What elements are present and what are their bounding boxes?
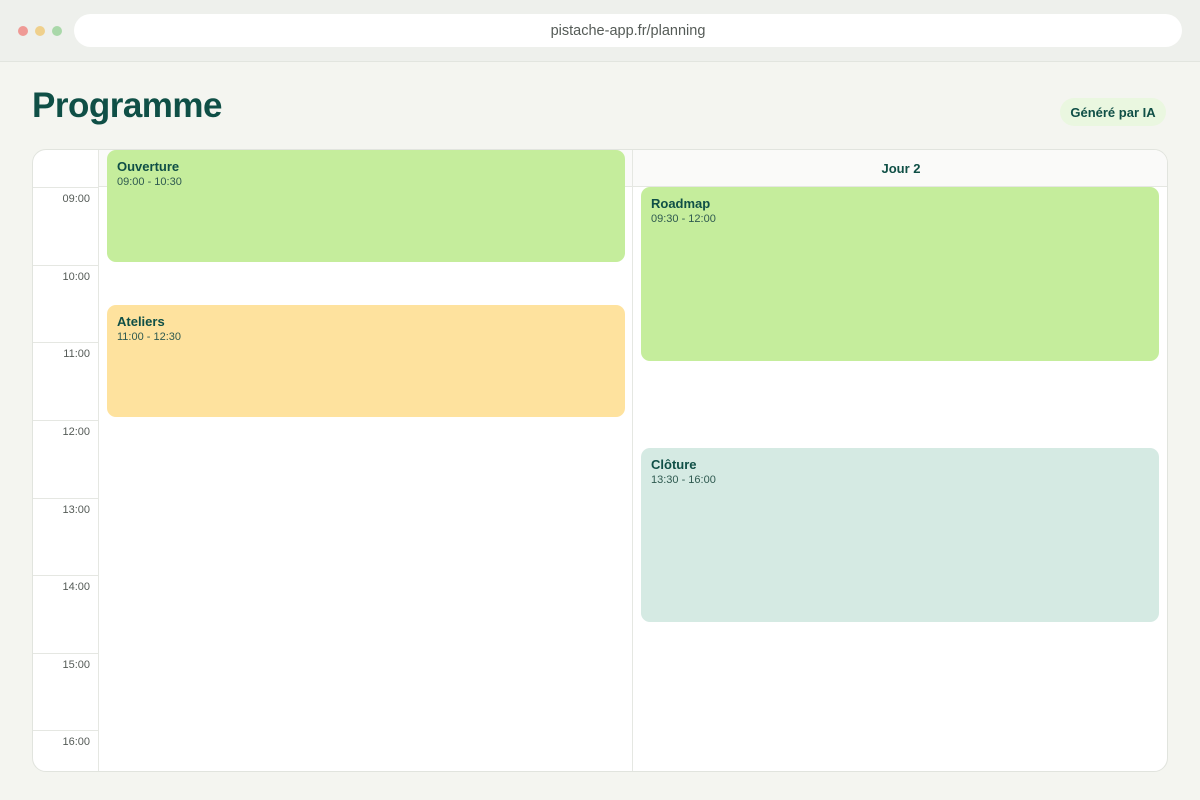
ai-generated-badge: Généré par IA <box>1060 98 1166 126</box>
event-time: 09:30 - 12:00 <box>651 213 716 225</box>
event-ouverture[interactable]: Ouverture 09:00 - 10:30 <box>107 150 625 262</box>
day-column-1: Ouverture 09:00 - 10:30 Ateliers 11:00 -… <box>99 150 633 771</box>
time-slot-label: 09:00 <box>33 187 98 265</box>
day-header-2: Jour 2 <box>633 150 1167 187</box>
event-ateliers[interactable]: Ateliers 11:00 - 12:30 <box>107 305 625 417</box>
minimize-window-button[interactable] <box>35 26 45 36</box>
event-time: 13:30 - 16:00 <box>651 474 716 486</box>
event-roadmap[interactable]: Roadmap 09:30 - 12:00 <box>641 187 1159 361</box>
time-slot-label: 14:00 <box>33 575 98 653</box>
event-cloture[interactable]: Clôture 13:30 - 16:00 <box>641 448 1159 622</box>
time-slot-label: 10:00 <box>33 265 98 343</box>
time-column: 09:00 10:00 11:00 12:00 13:00 14:00 15:0… <box>33 150 99 771</box>
url-text: pistache-app.fr/planning <box>550 22 706 39</box>
maximize-window-button[interactable] <box>52 26 62 36</box>
address-bar[interactable]: pistache-app.fr/planning <box>74 14 1182 47</box>
schedule-calendar: 09:00 10:00 11:00 12:00 13:00 14:00 15:0… <box>32 149 1168 772</box>
time-slot-label: 12:00 <box>33 420 98 498</box>
time-slot-label: 11:00 <box>33 342 98 420</box>
time-slot-label: 13:00 <box>33 498 98 576</box>
time-slot-label: 16:00 <box>33 730 98 771</box>
event-time: 11:00 - 12:30 <box>117 331 182 343</box>
day-column-2: Jour 2 Roadmap 09:30 - 12:00 Clôture 13:… <box>633 150 1167 771</box>
event-title: Ouverture <box>117 159 180 174</box>
close-window-button[interactable] <box>18 26 28 36</box>
event-title: Clôture <box>651 457 697 472</box>
event-title: Ateliers <box>117 314 165 329</box>
browser-chrome: pistache-app.fr/planning <box>0 0 1200 62</box>
event-time: 09:00 - 10:30 <box>117 176 182 188</box>
event-title: Roadmap <box>651 196 711 211</box>
time-slot-label: 15:00 <box>33 653 98 731</box>
page-title: Programme <box>32 86 223 125</box>
